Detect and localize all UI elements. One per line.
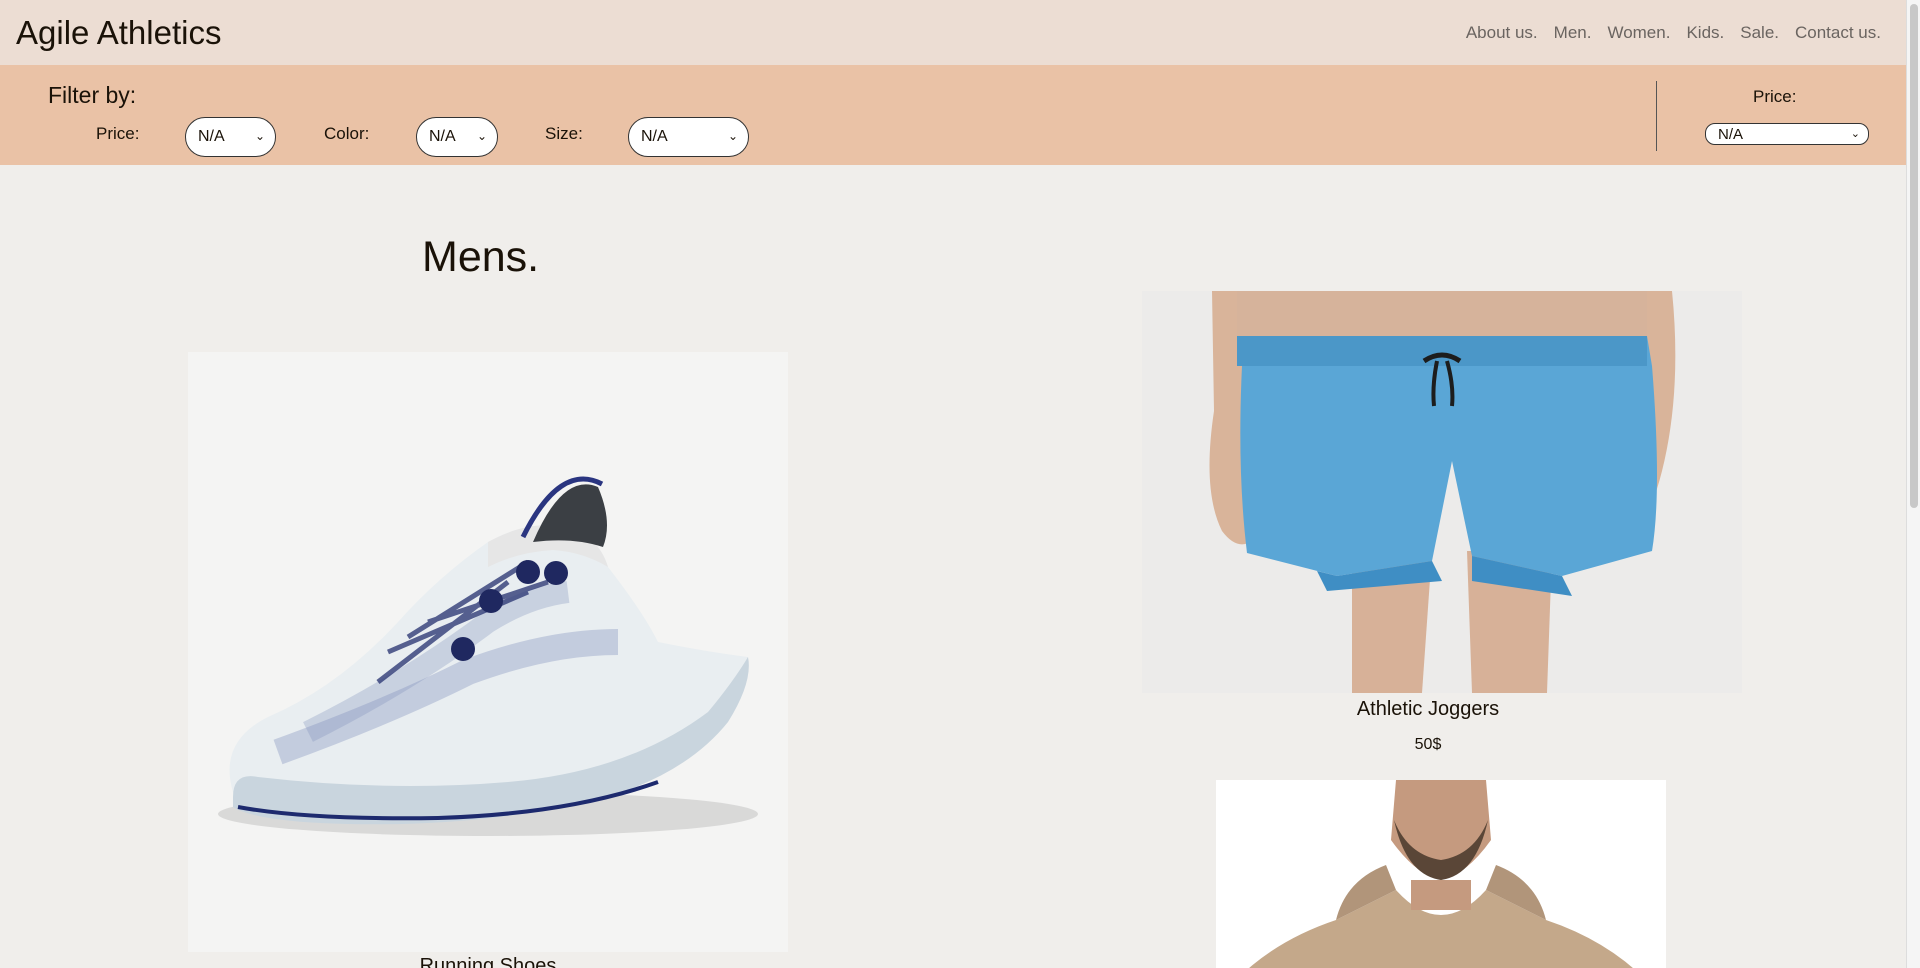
page-title: Mens. — [422, 233, 540, 281]
filter-divider — [1656, 81, 1657, 151]
color-filter-label: Color: — [324, 124, 370, 143]
filter-bar: Filter by: Price: N/A ⌄ Color: N/A ⌄ Siz… — [0, 65, 1906, 165]
nav-about[interactable]: About us. — [1466, 23, 1538, 43]
sort-price-select[interactable]: N/A ⌄ — [1705, 123, 1869, 145]
product-name[interactable]: Running Shoes — [388, 955, 588, 968]
scrollbar-thumb[interactable] — [1910, 4, 1918, 508]
price-filter-value: N/A — [198, 128, 225, 145]
nav-women[interactable]: Women. — [1607, 23, 1670, 43]
brand-logo[interactable]: Agile Athletics — [16, 14, 221, 52]
price-filter-select[interactable]: N/A ⌄ — [185, 117, 276, 157]
chevron-down-icon: ⌄ — [476, 129, 487, 143]
sort-price-label: Price: — [1753, 87, 1797, 106]
color-filter-select[interactable]: N/A ⌄ — [416, 117, 498, 157]
sort-price-value: N/A — [1718, 125, 1744, 143]
hoodie-image[interactable] — [1216, 780, 1666, 968]
color-filter-value: N/A — [429, 128, 456, 145]
size-filter-value: N/A — [641, 128, 668, 145]
page-scrollbar[interactable] — [1906, 0, 1920, 968]
chevron-down-icon: ⌄ — [1850, 128, 1860, 140]
main-nav: About us. Men. Women. Kids. Sale. Contac… — [1466, 23, 1881, 43]
size-filter-label: Size: — [545, 124, 583, 143]
nav-men[interactable]: Men. — [1554, 23, 1592, 43]
nav-sale[interactable]: Sale. — [1740, 23, 1779, 43]
chevron-down-icon: ⌄ — [727, 129, 738, 143]
product-name[interactable]: Athletic Joggers — [1328, 698, 1528, 721]
nav-contact[interactable]: Contact us. — [1795, 23, 1881, 43]
site-header: Agile Athletics About us. Men. Women. Ki… — [0, 0, 1906, 65]
filter-title: Filter by: — [48, 82, 137, 108]
price-filter-label: Price: — [96, 124, 140, 143]
size-filter-select[interactable]: N/A ⌄ — [628, 117, 749, 157]
nav-kids[interactable]: Kids. — [1686, 23, 1724, 43]
chevron-down-icon: ⌄ — [254, 129, 265, 143]
running-shoes-image[interactable] — [188, 352, 788, 952]
product-price: 50$ — [1414, 736, 1442, 753]
athletic-joggers-image[interactable] — [1142, 291, 1742, 693]
